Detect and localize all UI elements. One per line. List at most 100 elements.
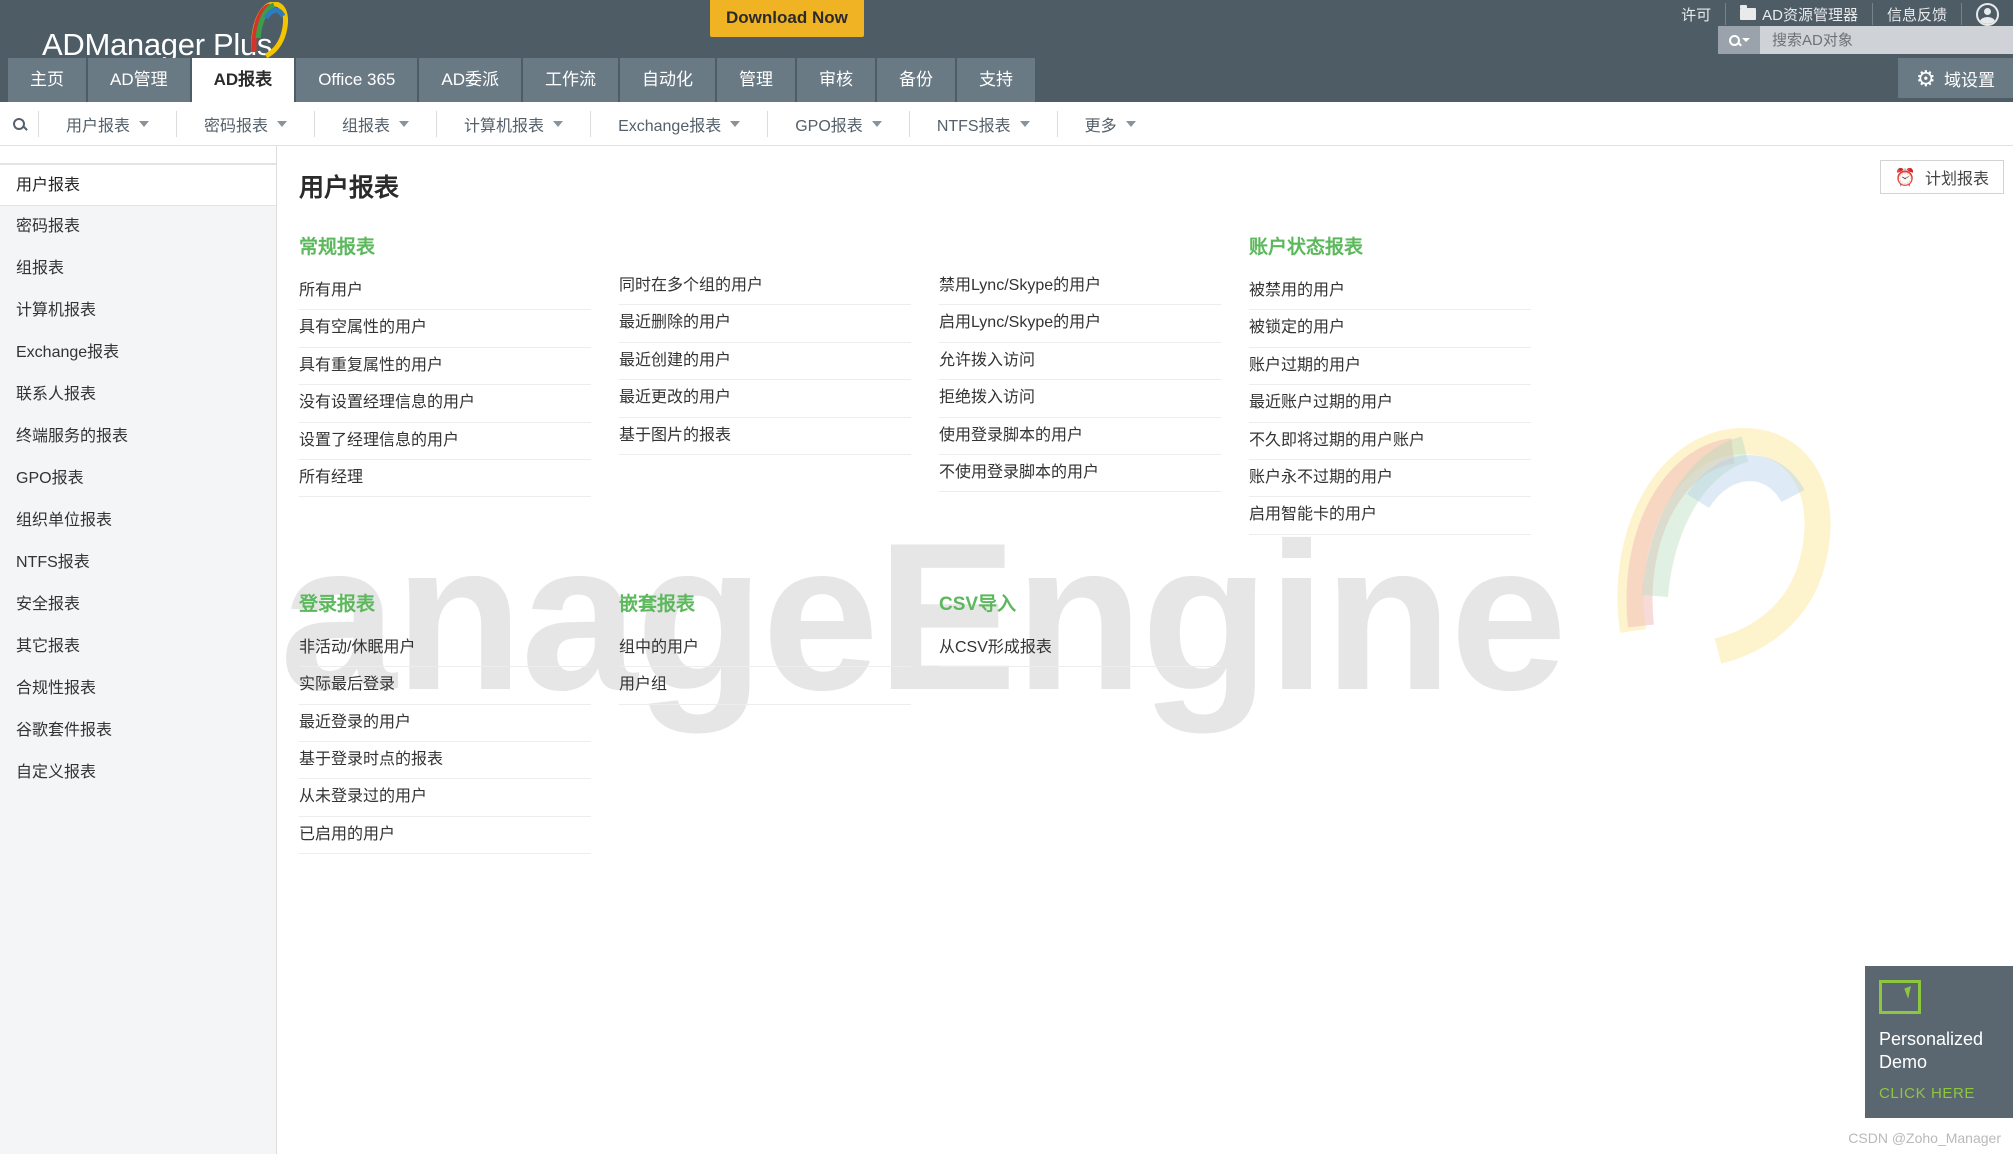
list-item[interactable]: 启用Lync/Skype的用户	[939, 305, 1221, 343]
chevron-down-icon	[277, 120, 288, 127]
header-account-menu[interactable]	[1961, 2, 2013, 26]
list-item[interactable]: 基于登录时点的报表	[299, 742, 591, 780]
demo-widget-cta[interactable]: CLICK HERE	[1879, 1085, 1999, 1102]
sidebar-item-exchange-reports[interactable]: Exchange报表	[0, 332, 276, 374]
report-list: 同时在多个组的用户 最近删除的用户 最近创建的用户 最近更改的用户 基于图片的报…	[619, 268, 911, 455]
report-group-empty	[1249, 589, 1559, 854]
logo-swoosh-icon	[251, 2, 288, 58]
header-link-ad-explorer[interactable]: AD资源管理器	[1725, 3, 1872, 25]
tab-backup[interactable]: 备份	[877, 58, 955, 102]
tab-support[interactable]: 支持	[957, 58, 1035, 102]
header-link-feedback[interactable]: 信息反馈	[1871, 3, 1961, 25]
report-group-title: 登录报表	[299, 593, 376, 615]
subnav-item-password-reports[interactable]: 密码报表	[176, 110, 314, 137]
tab-ad-delegation[interactable]: AD委派	[419, 58, 521, 102]
tab-automation[interactable]: 自动化	[620, 58, 715, 102]
sidebar-item-custom-reports[interactable]: 自定义报表	[0, 752, 276, 794]
list-item[interactable]: 具有重复属性的用户	[299, 348, 591, 386]
search-input[interactable]	[1760, 26, 2013, 54]
chevron-down-icon	[1741, 38, 1750, 42]
tab-workflow[interactable]: 工作流	[523, 58, 618, 102]
list-item[interactable]: 用户组	[619, 667, 911, 705]
sidebar-item-gsuite-reports[interactable]: 谷歌套件报表	[0, 710, 276, 752]
list-item[interactable]: 实际最后登录	[299, 667, 591, 705]
sidebar-item-other-reports[interactable]: 其它报表	[0, 626, 276, 668]
list-item[interactable]: 所有经理	[299, 460, 591, 498]
tab-ad-management[interactable]: AD管理	[88, 58, 190, 102]
sidebar-item-ou-reports[interactable]: 组织单位报表	[0, 500, 276, 542]
list-item[interactable]: 没有设置经理信息的用户	[299, 385, 591, 423]
sidebar-item-compliance-reports[interactable]: 合规性报表	[0, 668, 276, 710]
subnav-item-ntfs-reports[interactable]: NTFS报表	[908, 110, 1057, 137]
list-item[interactable]: 启用智能卡的用户	[1249, 497, 1531, 535]
sidebar-item-terminal-services-reports[interactable]: 终端服务的报表	[0, 416, 276, 458]
tab-ad-reports[interactable]: AD报表	[191, 58, 295, 102]
header-link-feedback-label: 信息反馈	[1886, 6, 1947, 24]
tab-admin[interactable]: 管理	[717, 58, 795, 102]
global-search[interactable]	[1718, 26, 2013, 54]
sidebar-item-contact-reports[interactable]: 联系人报表	[0, 374, 276, 416]
list-item[interactable]: 最近账户过期的用户	[1249, 385, 1531, 423]
subnav-item-user-reports[interactable]: 用户报表	[38, 110, 176, 137]
tab-audit[interactable]: 审核	[797, 58, 875, 102]
domain-settings-button[interactable]: 域设置	[1898, 58, 2013, 98]
list-item[interactable]: 禁用Lync/Skype的用户	[939, 268, 1221, 306]
list-item[interactable]: 非活动/休眠用户	[299, 630, 591, 668]
list-item[interactable]: 被禁用的用户	[1249, 273, 1531, 311]
subnav-search-icon-button[interactable]	[0, 102, 38, 146]
sidebar-item-user-reports[interactable]: 用户报表	[0, 164, 276, 206]
search-icon	[13, 117, 25, 130]
list-item[interactable]: 账户永不过期的用户	[1249, 460, 1531, 498]
subnav-item-label: GPO报表	[795, 117, 863, 135]
search-icon-button[interactable]	[1718, 26, 1760, 54]
sidebar-item-computer-reports[interactable]: 计算机报表	[0, 290, 276, 332]
list-item[interactable]: 最近更改的用户	[619, 380, 911, 418]
list-item[interactable]: 从未登录过的用户	[299, 779, 591, 817]
subnav-item-computer-reports[interactable]: 计算机报表	[436, 110, 590, 137]
download-now-button[interactable]: Download Now	[710, 0, 864, 37]
schedule-report-button[interactable]: ⏰ 计划报表	[1879, 160, 2004, 194]
list-item[interactable]: 基于图片的报表	[619, 418, 911, 455]
list-item[interactable]: 允许拨入访问	[939, 343, 1221, 381]
tab-office-365[interactable]: Office 365	[296, 58, 418, 102]
sidebar-item-group-reports[interactable]: 组报表	[0, 248, 276, 290]
list-item[interactable]: 设置了经理信息的用户	[299, 423, 591, 460]
schedule-report-label: 计划报表	[1924, 171, 1989, 188]
report-group-general-col2: 同时在多个组的用户 最近删除的用户 最近创建的用户 最近更改的用户 基于图片的报…	[619, 232, 939, 535]
report-group-title: 嵌套报表	[619, 593, 696, 615]
subnav-item-exchange-reports[interactable]: Exchange报表	[590, 110, 767, 137]
header-links: 许可 AD资源管理器 信息反馈	[1667, 0, 2013, 28]
list-item[interactable]: 从CSV形成报表	[939, 630, 1221, 668]
list-item[interactable]: 最近登录的用户	[299, 705, 591, 742]
list-item[interactable]: 最近创建的用户	[619, 343, 911, 381]
list-item[interactable]: 所有用户	[299, 273, 591, 311]
sidebar-item-security-reports[interactable]: 安全报表	[0, 584, 276, 626]
report-list: 被禁用的用户 被锁定的用户 账户过期的用户 最近账户过期的用户 不久即将过期的用…	[1249, 273, 1531, 535]
sidebar-item-ntfs-reports[interactable]: NTFS报表	[0, 542, 276, 584]
list-item[interactable]: 同时在多个组的用户	[619, 268, 911, 306]
chevron-down-icon	[139, 120, 150, 127]
sidebar-item-password-reports[interactable]: 密码报表	[0, 206, 276, 248]
screen-cursor-icon	[1879, 980, 1921, 1014]
list-item[interactable]: 不使用登录脚本的用户	[939, 455, 1221, 493]
list-item[interactable]: 组中的用户	[619, 630, 911, 668]
personalized-demo-widget[interactable]: Personalized Demo CLICK HERE	[1865, 966, 2013, 1118]
subnav-item-group-reports[interactable]: 组报表	[314, 110, 436, 137]
tab-home[interactable]: 主页	[8, 58, 86, 102]
list-item[interactable]: 使用登录脚本的用户	[939, 418, 1221, 455]
list-item[interactable]: 不久即将过期的用户账户	[1249, 423, 1531, 460]
list-item[interactable]: 账户过期的用户	[1249, 348, 1531, 386]
app-header: ADManager Plus Download Now 许可 AD资源管理器 信…	[0, 0, 2013, 102]
report-group-csv-import: CSV导入 从CSV形成报表	[939, 589, 1249, 854]
header-link-license[interactable]: 许可	[1667, 3, 1725, 25]
list-item[interactable]: 拒绝拨入访问	[939, 380, 1221, 418]
subnav-item-more[interactable]: 更多	[1056, 110, 1163, 137]
report-subnav: 用户报表 密码报表 组报表 计算机报表 Exchange报表 GPO报表 NTF…	[0, 102, 2013, 146]
list-item[interactable]: 具有空属性的用户	[299, 310, 591, 348]
subnav-item-gpo-reports[interactable]: GPO报表	[767, 110, 909, 137]
list-item[interactable]: 最近删除的用户	[619, 305, 911, 343]
sidebar-item-gpo-reports[interactable]: GPO报表	[0, 458, 276, 500]
app-logo[interactable]: ADManager Plus	[42, 2, 288, 60]
list-item[interactable]: 已启用的用户	[299, 817, 591, 855]
list-item[interactable]: 被锁定的用户	[1249, 310, 1531, 348]
